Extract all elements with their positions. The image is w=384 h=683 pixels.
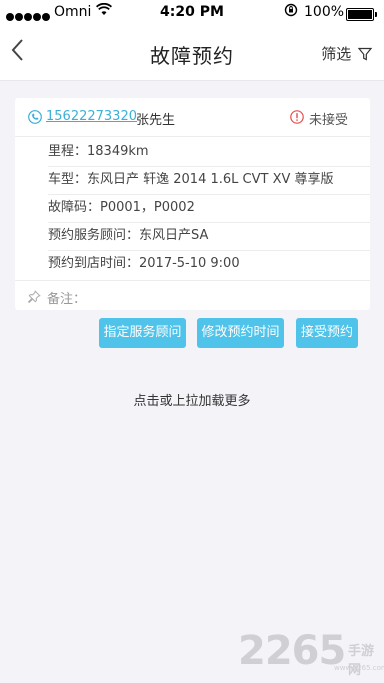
note-row: 备注： <box>15 280 370 311</box>
card-header: 15622273320 张先生 未接受 <box>15 98 370 137</box>
load-more-link[interactable]: 点击或上拉加载更多 <box>0 390 384 409</box>
advisor-row: 预约服务顾问：东风日产SA <box>48 222 370 251</box>
phone-icon[interactable] <box>28 109 42 128</box>
filter-label: 筛选 <box>321 45 352 63</box>
filter-icon <box>357 47 373 61</box>
watermark-url: www.2265.com <box>334 664 384 672</box>
battery-icon <box>346 8 377 21</box>
alert-icon <box>290 109 304 128</box>
watermark-logo: 2265 <box>238 628 346 674</box>
fault-code-row: 故障码：P0001，P0002 <box>48 194 370 223</box>
rotation-lock-icon <box>284 3 298 21</box>
watermark-site: 手游网 <box>348 644 375 678</box>
model-row: 车型：东风日产 轩逸 2014 1.6L CVT XV 尊享版 <box>48 166 370 195</box>
nav-bar: 故障预约 筛选 <box>0 26 384 81</box>
phone-number-link[interactable]: 15622273320 <box>46 109 137 124</box>
status-bar: Omni 4:20 PM 100% <box>0 0 384 26</box>
filter-button[interactable]: 筛选 <box>321 43 373 64</box>
accept-appointment-button[interactable]: 接受预约 <box>296 318 358 348</box>
modify-time-button[interactable]: 修改预约时间 <box>197 318 284 348</box>
note-label: 备注： <box>47 292 87 307</box>
battery-percentage: 100% <box>304 4 345 20</box>
appointment-card[interactable]: 15622273320 张先生 未接受 里程：18349km 车型：东风日产 轩… <box>15 98 370 310</box>
assign-advisor-button[interactable]: 指定服务顾问 <box>99 318 186 348</box>
arrival-time-row: 预约到店时间：2017-5-10 9:00 <box>48 256 240 271</box>
mileage-row: 里程：18349km <box>48 138 370 167</box>
pin-icon <box>27 289 41 308</box>
customer-name: 张先生 <box>136 113 176 128</box>
status-badge: 未接受 <box>309 113 349 128</box>
